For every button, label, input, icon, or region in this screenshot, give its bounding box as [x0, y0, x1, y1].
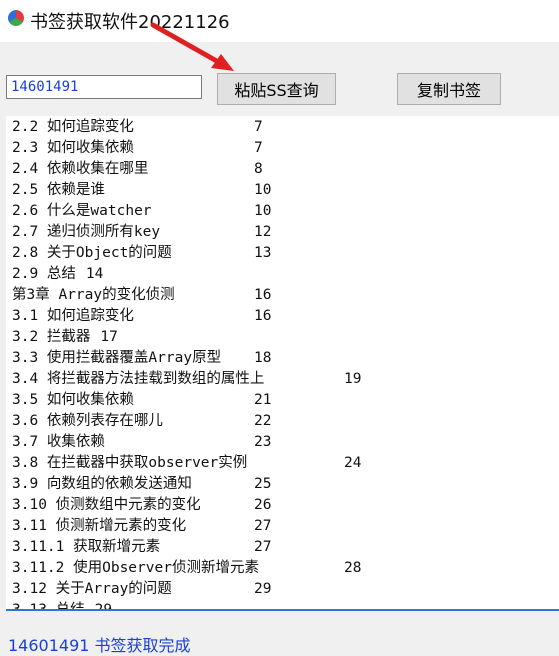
bookmark-title: 2.6 什么是watcher — [12, 203, 152, 219]
bookmark-title: 2.9 总结 — [12, 266, 76, 282]
bookmark-page: 18 — [254, 350, 272, 366]
book-id-input[interactable] — [6, 75, 202, 99]
bookmark-page: 27 — [254, 518, 272, 534]
bookmark-row: 3.10 侦测数组中元素的变化 26 — [12, 495, 552, 516]
bookmark-title: 3.8 在拦截器中获取observer实例 — [12, 455, 248, 471]
bookmark-row: 2.2 如何追踪变化 7 — [12, 117, 552, 138]
bookmark-row: 第3章 Array的变化侦测 16 — [12, 285, 552, 306]
bookmark-title: 2.8 关于Object的问题 — [12, 245, 172, 261]
bookmark-title: 3.12 关于Array的问题 — [12, 581, 172, 597]
bookmark-title: 2.5 依赖是谁 — [12, 182, 105, 198]
bookmark-row: 2.9 总结 14 — [12, 264, 552, 285]
bookmark-page: 17 — [100, 329, 118, 345]
app-pie-icon — [8, 10, 24, 26]
bookmark-row: 3.11 侦测新增元素的变化 27 — [12, 516, 552, 537]
bookmark-page: 24 — [344, 455, 362, 471]
bookmark-page: 22 — [254, 413, 272, 429]
bookmark-title: 3.2 拦截器 — [12, 329, 91, 345]
bookmark-row: 3.4 将拦截器方法挂载到数组的属性上 19 — [12, 369, 552, 390]
copy-bookmarks-button[interactable]: 复制书签 — [397, 73, 501, 105]
bookmark-row: 3.1 如何追踪变化 16 — [12, 306, 552, 327]
bookmark-title: 3.1 如何追踪变化 — [12, 308, 134, 324]
status-message: 14601491 书签获取完成 — [8, 636, 191, 655]
bookmark-page: 19 — [344, 371, 362, 387]
bookmark-row: 3.11.1 获取新增元素 27 — [12, 537, 552, 558]
bookmark-row: 2.3 如何收集依赖 7 — [12, 138, 552, 159]
bookmark-row: 2.8 关于Object的问题 13 — [12, 243, 552, 264]
bookmark-page: 14 — [85, 266, 104, 282]
bookmark-page: 25 — [254, 476, 272, 492]
bookmark-row: 2.4 依赖收集在哪里 8 — [12, 159, 552, 180]
bookmark-title: 3.6 依赖列表存在哪儿 — [12, 413, 163, 429]
bookmark-title: 第3章 Array的变化侦测 — [12, 287, 175, 303]
bookmark-row: 3.3 使用拦截器覆盖Array原型 18 — [12, 348, 552, 369]
bookmark-title: 3.7 收集依赖 — [12, 434, 105, 450]
bookmark-page: 26 — [254, 497, 272, 513]
bookmark-list: 2.2 如何追踪变化 7 2.3 如何收集依赖 7 2.4 依赖收集在哪里 8 2.5 依赖… — [12, 117, 552, 611]
bookmark-page: 8 — [254, 161, 263, 177]
bookmark-title: 3.9 向数组的依赖发送通知 — [12, 476, 192, 492]
bookmark-page: 12 — [254, 224, 272, 240]
bookmark-page: 28 — [344, 560, 362, 576]
bookmark-title: 3.10 侦测数组中元素的变化 — [12, 497, 201, 513]
bookmark-row: 3.7 收集依赖 23 — [12, 432, 552, 453]
bookmark-row: 3.5 如何收集依赖 21 — [12, 390, 552, 411]
paste-ss-query-button[interactable]: 粘贴SS查询 — [217, 73, 336, 105]
bookmark-row: 2.5 依赖是谁 10 — [12, 180, 552, 201]
bookmark-row: 3.8 在拦截器中获取observer实例 24 — [12, 453, 552, 474]
bookmark-page: 16 — [254, 308, 272, 324]
bookmark-title: 3.11.2 使用Observer侦测新增元素 — [12, 560, 259, 576]
bookmark-title: 2.7 递归侦测所有key — [12, 224, 161, 240]
bookmark-title: 3.11.1 获取新增元素 — [12, 539, 161, 555]
bookmark-row: 3.6 依赖列表存在哪儿 22 — [12, 411, 552, 432]
bookmark-page: 10 — [254, 182, 272, 198]
bookmark-row: 3.11.2 使用Observer侦测新增元素 28 — [12, 558, 552, 579]
bookmark-page: 10 — [254, 203, 272, 219]
bookmark-page: 13 — [254, 245, 272, 261]
bookmark-row: 3.2 拦截器 17 — [12, 327, 552, 348]
bookmark-page: 21 — [254, 392, 272, 408]
bookmark-page: 7 — [254, 119, 263, 135]
bookmark-row: 2.7 递归侦测所有key 12 — [12, 222, 552, 243]
bookmark-title: 2.2 如何追踪变化 — [12, 119, 134, 135]
bookmark-row: 3.12 关于Array的问题 29 — [12, 579, 552, 600]
bookmark-title: 3.3 使用拦截器覆盖Array原型 — [12, 350, 222, 366]
bookmark-page: 27 — [254, 539, 272, 555]
bookmark-page: 7 — [254, 140, 263, 156]
window-title: 书签获取软件20221126 — [30, 12, 230, 33]
bookmark-title: 3.11 侦测新增元素的变化 — [12, 518, 187, 534]
bookmark-title: 2.3 如何收集依赖 — [12, 140, 134, 156]
bookmark-title: 2.4 依赖收集在哪里 — [12, 161, 149, 177]
bookmark-title: 3.4 将拦截器方法挂载到数组的属性上 — [12, 371, 265, 387]
bookmark-text-area[interactable]: 2.2 如何追踪变化 7 2.3 如何收集依赖 7 2.4 依赖收集在哪里 8 2.5 依赖… — [6, 116, 559, 611]
bookmark-page: 29 — [254, 581, 272, 597]
bookmark-row: 3.9 向数组的依赖发送通知 25 — [12, 474, 552, 495]
text-area-bottom-border — [6, 609, 559, 611]
title-bar: 书签获取软件20221126 — [0, 0, 559, 42]
bookmark-page: 16 — [254, 287, 272, 303]
bookmark-row: 2.6 什么是watcher 10 — [12, 201, 552, 222]
bookmark-page: 23 — [254, 434, 272, 450]
bookmark-title: 3.5 如何收集依赖 — [12, 392, 134, 408]
